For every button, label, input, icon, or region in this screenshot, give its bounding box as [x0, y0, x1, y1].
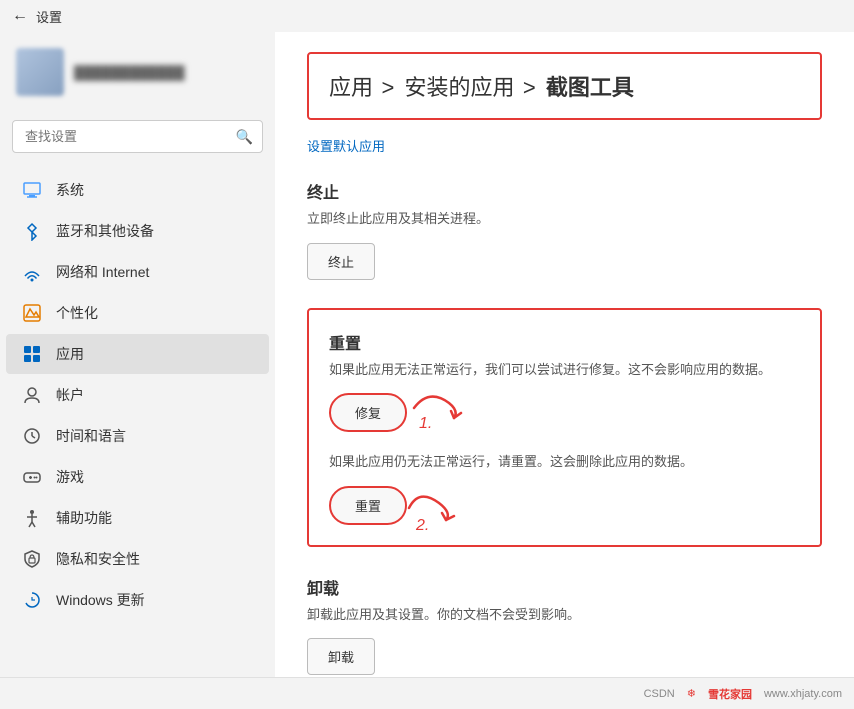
- sidebar-item-network[interactable]: 网络和 Internet: [6, 252, 269, 292]
- sidebar-item-accounts[interactable]: 帐户: [6, 375, 269, 415]
- user-name: ████████████: [74, 65, 185, 80]
- site-url: www.xhjaty.com: [764, 688, 842, 700]
- sidebar: ████████████ 🔍 系统 蓝牙和其他设备: [0, 32, 275, 677]
- reset-button[interactable]: 重置: [329, 486, 407, 525]
- sidebar-item-bluetooth[interactable]: 蓝牙和其他设备: [6, 211, 269, 251]
- content-area: 应用 > 安装的应用 > 截图工具 设置默认应用 终止 立即终止此应用及其相关进…: [275, 32, 854, 677]
- terminate-desc: 立即终止此应用及其相关进程。: [307, 209, 822, 229]
- sidebar-item-time[interactable]: 时间和语言: [6, 416, 269, 456]
- update-icon: [22, 590, 42, 610]
- uninstall-desc: 卸载此应用及其设置。你的文档不会受到影响。: [307, 605, 822, 625]
- reset-desc: 如果此应用仍无法正常运行，请重置。这会删除此应用的数据。: [329, 452, 800, 472]
- system-icon: [22, 180, 42, 200]
- snowflake-logo: ❄: [687, 687, 696, 700]
- personalization-icon: [22, 303, 42, 323]
- svg-text:1.: 1.: [419, 415, 432, 432]
- breadcrumb-sep2: >: [523, 75, 542, 100]
- accessibility-icon: [22, 508, 42, 528]
- uninstall-title: 卸载: [307, 575, 822, 599]
- terminate-section: 终止 立即终止此应用及其相关进程。 终止: [307, 179, 822, 280]
- repair-desc: 如果此应用无法正常运行，我们可以尝试进行修复。这不会影响应用的数据。: [329, 360, 800, 380]
- time-icon: [22, 426, 42, 446]
- sidebar-item-personalization[interactable]: 个性化: [6, 293, 269, 333]
- bottom-bar: CSDN ❄ 雪花家园 www.xhjaty.com: [0, 677, 854, 709]
- gaming-icon: [22, 467, 42, 487]
- uninstall-button[interactable]: 卸载: [307, 638, 375, 675]
- apps-icon: [22, 344, 42, 364]
- sidebar-label-network: 网络和 Internet: [56, 262, 149, 282]
- avatar: [16, 48, 64, 96]
- default-app-link[interactable]: 设置默认应用: [307, 136, 385, 155]
- sidebar-label-windows-update: Windows 更新: [56, 590, 145, 610]
- sidebar-item-privacy[interactable]: 隐私和安全性: [6, 539, 269, 579]
- sidebar-label-accessibility: 辅助功能: [56, 508, 112, 528]
- sidebar-label-apps: 应用: [56, 344, 84, 364]
- breadcrumb-sep1: >: [381, 75, 400, 100]
- sidebar-item-windows-update[interactable]: Windows 更新: [6, 580, 269, 620]
- search-container: 🔍: [12, 120, 263, 153]
- network-icon: [22, 262, 42, 282]
- sidebar-item-accessibility[interactable]: 辅助功能: [6, 498, 269, 538]
- sidebar-label-accounts: 帐户: [56, 385, 84, 405]
- repair-button[interactable]: 修复: [329, 393, 407, 432]
- bluetooth-icon: [22, 221, 42, 241]
- svg-text:2.: 2.: [415, 517, 429, 533]
- sidebar-label-time: 时间和语言: [56, 426, 126, 446]
- sidebar-label-gaming: 游戏: [56, 467, 84, 487]
- breadcrumb-part1: 应用: [329, 75, 373, 100]
- user-profile: ████████████: [0, 40, 275, 112]
- reset-title: 重置: [329, 330, 800, 354]
- title-bar: ← 设置: [0, 0, 854, 32]
- terminate-title: 终止: [307, 179, 822, 203]
- search-icon: 🔍: [236, 128, 253, 145]
- breadcrumb-part2: 安装的应用: [404, 75, 514, 100]
- breadcrumb-part3: 截图工具: [546, 75, 634, 100]
- sidebar-item-apps[interactable]: 应用: [6, 334, 269, 374]
- title-bar-label: 设置: [36, 7, 62, 26]
- privacy-icon: [22, 549, 42, 569]
- sidebar-nav: 系统 蓝牙和其他设备 网络和 Internet 个性化: [0, 169, 275, 669]
- csdn-label: CSDN: [644, 688, 675, 700]
- sidebar-label-personalization: 个性化: [56, 303, 98, 323]
- terminate-button[interactable]: 终止: [307, 243, 375, 280]
- sidebar-item-system[interactable]: 系统: [6, 170, 269, 210]
- breadcrumb-header: 应用 > 安装的应用 > 截图工具: [307, 52, 822, 120]
- sidebar-label-bluetooth: 蓝牙和其他设备: [56, 221, 154, 241]
- main-layout: ████████████ 🔍 系统 蓝牙和其他设备: [0, 32, 854, 677]
- sidebar-item-gaming[interactable]: 游戏: [6, 457, 269, 497]
- sidebar-label-privacy: 隐私和安全性: [56, 549, 140, 569]
- search-input[interactable]: [12, 120, 263, 153]
- back-icon[interactable]: ←: [12, 7, 28, 25]
- uninstall-section: 卸载 卸载此应用及其设置。你的文档不会受到影响。 卸载: [307, 575, 822, 676]
- accounts-icon: [22, 385, 42, 405]
- reset-section: 重置 如果此应用无法正常运行，我们可以尝试进行修复。这不会影响应用的数据。 修复…: [307, 308, 822, 547]
- sidebar-label-system: 系统: [56, 180, 84, 200]
- snowflake-text: 雪花家园: [708, 686, 752, 702]
